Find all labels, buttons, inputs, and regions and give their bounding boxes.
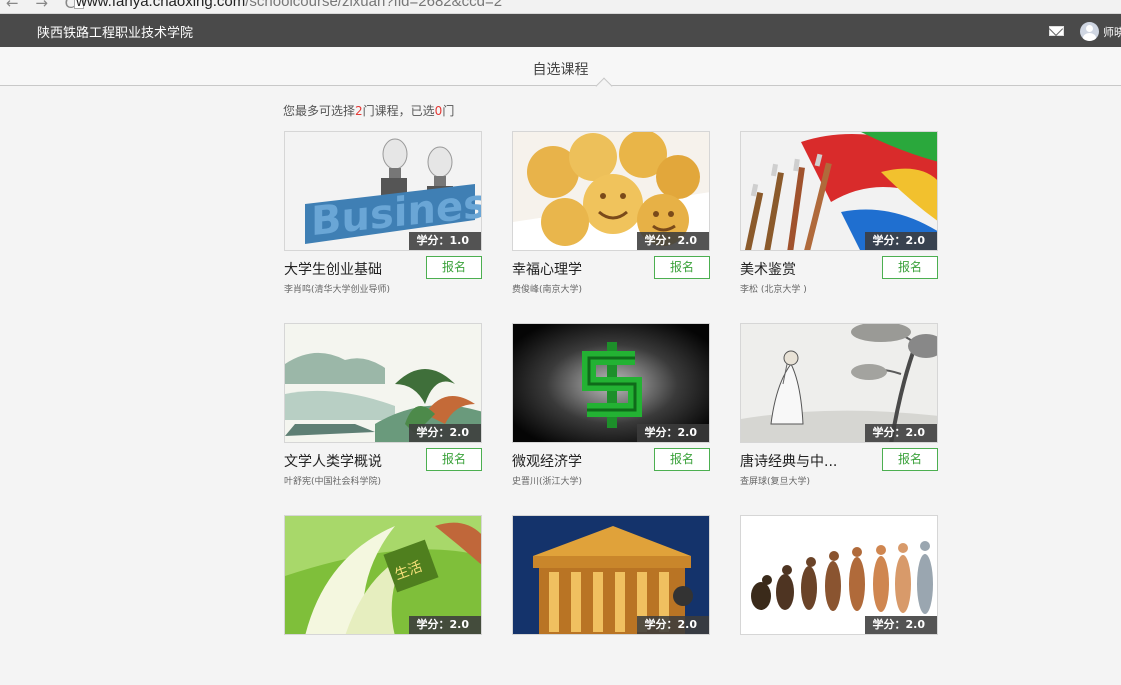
course-card: 学分：2.0 唐诗经典与中... 查屏球(复旦大学) 报名 bbox=[740, 323, 938, 493]
course-card: 学分：2.0 bbox=[512, 515, 710, 685]
course-card: 学分：2.0 bbox=[740, 515, 938, 685]
browser-nav-buttons[interactable]: ← → C bbox=[6, 0, 81, 12]
selection-limit-note: 您最多可选择2门课程，已选0门 bbox=[283, 102, 454, 119]
credit-badge: 学分：2.0 bbox=[636, 232, 709, 250]
top-navbar: 陕西铁路工程职业技术学院 师晓 bbox=[0, 14, 1121, 47]
limit-max: 2 bbox=[355, 104, 363, 118]
limit-suffix: 门 bbox=[442, 104, 455, 118]
course-teacher: 李松 (北京大学 ) bbox=[740, 285, 807, 295]
course-name[interactable]: 唐诗经典与中... bbox=[740, 451, 837, 471]
course-thumbnail[interactable]: 学分：2.0 bbox=[512, 131, 710, 251]
credit-badge: 学分：2.0 bbox=[636, 424, 709, 442]
course-thumbnail[interactable]: 学分：2.0 bbox=[740, 131, 938, 251]
enroll-button[interactable]: 报名 bbox=[654, 448, 710, 471]
credit-badge: 学分：1.0 bbox=[408, 232, 481, 250]
course-name[interactable]: 幸福心理学 bbox=[512, 259, 582, 279]
avatar[interactable] bbox=[1080, 22, 1099, 41]
course-thumbnail[interactable]: 学分：2.0 bbox=[512, 323, 710, 443]
course-teacher: 叶舒宪(中国社会科学院) bbox=[284, 477, 382, 487]
course-name[interactable]: 大学生创业基础 bbox=[284, 259, 382, 279]
course-teacher: 史晋川(浙江大学) bbox=[512, 477, 583, 487]
credit-badge: 学分：2.0 bbox=[864, 232, 937, 250]
course-card: 学分：2.0 幸福心理学 费俊峰(南京大学) 报名 bbox=[512, 131, 710, 301]
enroll-button[interactable]: 报名 bbox=[654, 256, 710, 279]
page-subheader: 自选课程 bbox=[0, 47, 1121, 95]
course-name[interactable]: 文学人类学概说 bbox=[284, 451, 382, 471]
course-card: 学分：2.0 微观经济学 史晋川(浙江大学) 报名 bbox=[512, 323, 710, 493]
credit-badge: 学分：2.0 bbox=[408, 616, 481, 634]
limit-prefix: 您最多可选择 bbox=[283, 104, 356, 118]
url-text[interactable]: www.fanya.chaoxing.com/schoolcourse/zixu… bbox=[76, 0, 502, 10]
course-teacher: 李肖鸣(清华大学创业导师) bbox=[284, 285, 391, 295]
enroll-button[interactable]: 报名 bbox=[882, 448, 938, 471]
course-teacher: 费俊峰(南京大学) bbox=[512, 285, 583, 295]
course-card: Business 学分：1.0 大学生创业基础 李肖鸣(清华大学创业导师) 报名 bbox=[284, 131, 482, 301]
course-card: 生活 学分：2.0 bbox=[284, 515, 482, 685]
course-thumbnail[interactable]: 生活 学分：2.0 bbox=[284, 515, 482, 635]
limit-middle: 门课程，已选 bbox=[362, 104, 435, 118]
tab-indicator-caret bbox=[595, 77, 613, 95]
school-name[interactable]: 陕西铁路工程职业技术学院 bbox=[37, 22, 193, 41]
enroll-button[interactable]: 报名 bbox=[426, 448, 482, 471]
credit-badge: 学分：2.0 bbox=[864, 424, 937, 442]
course-card: 学分：2.0 文学人类学概说 叶舒宪(中国社会科学院) 报名 bbox=[284, 323, 482, 493]
url-path: /schoolcourse/zixuan?fid=2682&ccd=2 bbox=[245, 0, 503, 10]
credit-badge: 学分：2.0 bbox=[636, 616, 709, 634]
enroll-button[interactable]: 报名 bbox=[426, 256, 482, 279]
url-host: www.fanya.chaoxing.com bbox=[76, 0, 246, 10]
course-thumbnail[interactable]: 学分：2.0 bbox=[284, 323, 482, 443]
course-thumbnail[interactable]: 学分：2.0 bbox=[740, 323, 938, 443]
course-name[interactable]: 美术鉴赏 bbox=[740, 259, 796, 279]
username[interactable]: 师晓 bbox=[1103, 24, 1121, 40]
credit-badge: 学分：2.0 bbox=[408, 424, 481, 442]
course-card: 学分：2.0 美术鉴赏 李松 (北京大学 ) 报名 bbox=[740, 131, 938, 301]
course-teacher: 查屏球(复旦大学) bbox=[740, 477, 811, 487]
page-title: 自选课程 bbox=[532, 62, 589, 78]
credit-badge: 学分：2.0 bbox=[864, 616, 937, 634]
enroll-button[interactable]: 报名 bbox=[882, 256, 938, 279]
browser-address-bar: ← → C www.fanya.chaoxing.com/schoolcours… bbox=[0, 0, 1121, 14]
mail-icon[interactable] bbox=[1049, 26, 1064, 36]
course-name[interactable]: 微观经济学 bbox=[512, 451, 582, 471]
course-thumbnail[interactable]: 学分：2.0 bbox=[512, 515, 710, 635]
course-thumbnail[interactable]: Business 学分：1.0 bbox=[284, 131, 482, 251]
course-thumbnail[interactable]: 学分：2.0 bbox=[740, 515, 938, 635]
